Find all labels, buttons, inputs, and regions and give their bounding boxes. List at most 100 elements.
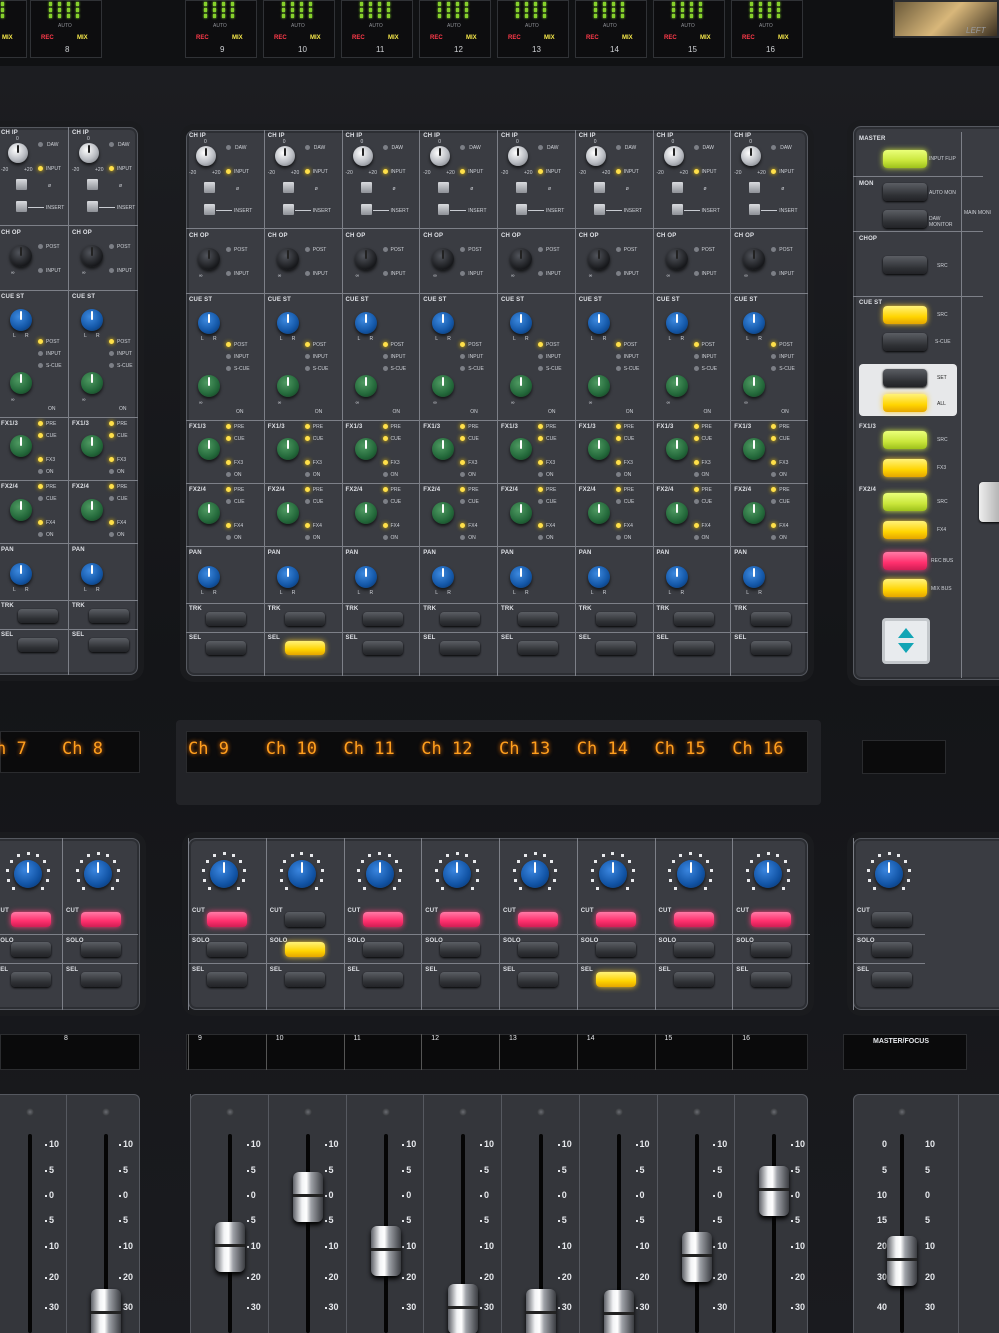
pan-knob[interactable] <box>198 566 220 588</box>
fx13-knob[interactable] <box>743 438 766 460</box>
fader-cap[interactable] <box>91 1289 121 1333</box>
sel-button[interactable] <box>89 638 129 652</box>
fx13-knob[interactable] <box>81 435 103 457</box>
fx24-knob[interactable] <box>743 502 766 524</box>
cut-button[interactable] <box>284 912 325 927</box>
input-gain-knob[interactable] <box>274 146 295 166</box>
fx24-knob[interactable] <box>510 502 532 524</box>
all-button[interactable] <box>883 394 927 412</box>
fader-cap[interactable] <box>603 1290 634 1333</box>
insert-button[interactable] <box>87 201 98 212</box>
level-knob[interactable] <box>754 860 783 888</box>
chop-src-button[interactable] <box>883 256 927 274</box>
fx24-knob[interactable] <box>10 499 32 521</box>
phase-button[interactable] <box>204 182 215 193</box>
fader-cap[interactable] <box>292 1172 323 1222</box>
fader-cap[interactable] <box>759 1166 790 1216</box>
output-knob[interactable] <box>665 248 688 270</box>
solo-button[interactable] <box>207 942 247 957</box>
pan-knob[interactable] <box>587 566 610 588</box>
level-knob[interactable] <box>875 860 903 888</box>
cue-pan-knob[interactable] <box>665 312 688 334</box>
insert-button[interactable] <box>593 204 605 215</box>
sel-lower-button[interactable] <box>207 972 247 987</box>
fx24-knob[interactable] <box>276 502 299 524</box>
fx13-knob[interactable] <box>665 438 688 460</box>
phase-button[interactable] <box>593 182 605 193</box>
cue-level-knob[interactable] <box>81 372 103 394</box>
solo-button[interactable] <box>284 942 325 957</box>
output-knob[interactable] <box>81 245 103 267</box>
phase-button[interactable] <box>87 179 98 190</box>
main-mon-button[interactable] <box>979 482 999 522</box>
fader-cap[interactable] <box>681 1232 712 1282</box>
fx13-knob[interactable] <box>198 438 220 460</box>
cue-level-knob[interactable] <box>10 372 32 394</box>
fx13-knob[interactable] <box>587 438 610 460</box>
pan-knob[interactable] <box>743 566 766 588</box>
fx13-src-button[interactable] <box>883 431 927 449</box>
trk-button[interactable] <box>89 609 129 623</box>
level-knob[interactable] <box>287 860 316 888</box>
cut-button[interactable] <box>440 912 481 927</box>
input-gain-knob[interactable] <box>585 146 606 166</box>
cue-src-button[interactable] <box>883 306 927 324</box>
cue-level-knob[interactable] <box>432 375 455 397</box>
trk-button[interactable] <box>284 612 325 626</box>
phase-button[interactable] <box>516 182 527 193</box>
cut-button[interactable] <box>362 912 403 927</box>
level-knob[interactable] <box>14 860 42 888</box>
sel-lower-button[interactable] <box>284 972 325 987</box>
input-gain-knob[interactable] <box>8 143 28 163</box>
cue-pan-knob[interactable] <box>81 309 103 331</box>
solo-button[interactable] <box>751 942 792 957</box>
level-knob[interactable] <box>443 860 472 888</box>
insert-button[interactable] <box>360 204 372 215</box>
phase-button[interactable] <box>749 182 761 193</box>
rec-bus-button[interactable] <box>883 552 927 570</box>
fx13-knob[interactable] <box>276 438 299 460</box>
cue-level-knob[interactable] <box>587 375 610 397</box>
cue-pan-knob[interactable] <box>587 312 610 334</box>
fx13-knob[interactable] <box>10 435 32 457</box>
input-gain-knob[interactable] <box>196 146 216 166</box>
daw-monitor-button[interactable] <box>883 210 927 228</box>
sel-button[interactable] <box>362 641 403 655</box>
pan-knob[interactable] <box>276 566 299 588</box>
fx24-knob[interactable] <box>587 502 610 524</box>
solo-button[interactable] <box>518 942 558 957</box>
output-knob[interactable] <box>10 245 32 267</box>
auto-mon-button[interactable] <box>883 183 927 201</box>
level-knob[interactable] <box>521 860 549 888</box>
trk-button[interactable] <box>206 612 246 626</box>
output-knob[interactable] <box>743 248 766 270</box>
input-gain-knob[interactable] <box>352 146 373 166</box>
level-knob[interactable] <box>676 860 705 888</box>
trk-button[interactable] <box>518 612 558 626</box>
level-knob[interactable] <box>598 860 627 888</box>
fx13-knob[interactable] <box>354 438 377 460</box>
cue-pan-knob[interactable] <box>432 312 455 334</box>
sel-button[interactable] <box>206 641 246 655</box>
cut-button[interactable] <box>872 912 912 927</box>
trk-button[interactable] <box>440 612 481 626</box>
cue-pan-knob[interactable] <box>510 312 532 334</box>
fx24-src-button[interactable] <box>883 493 927 511</box>
cut-button[interactable] <box>518 912 558 927</box>
pan-knob[interactable] <box>510 566 532 588</box>
cut-button[interactable] <box>81 912 121 927</box>
cue-pan-knob[interactable] <box>743 312 766 334</box>
sel-button[interactable] <box>673 641 714 655</box>
solo-button[interactable] <box>81 942 121 957</box>
insert-button[interactable] <box>516 204 527 215</box>
sel-button[interactable] <box>284 641 325 655</box>
output-knob[interactable] <box>587 248 610 270</box>
phase-button[interactable] <box>438 182 450 193</box>
trk-button[interactable] <box>751 612 792 626</box>
sel-button[interactable] <box>751 641 792 655</box>
sel-lower-button[interactable] <box>362 972 403 987</box>
sel-lower-button[interactable] <box>11 972 51 987</box>
fader-cap[interactable] <box>215 1222 245 1272</box>
fx4-button[interactable] <box>883 521 927 539</box>
sel-lower-button[interactable] <box>673 972 714 987</box>
